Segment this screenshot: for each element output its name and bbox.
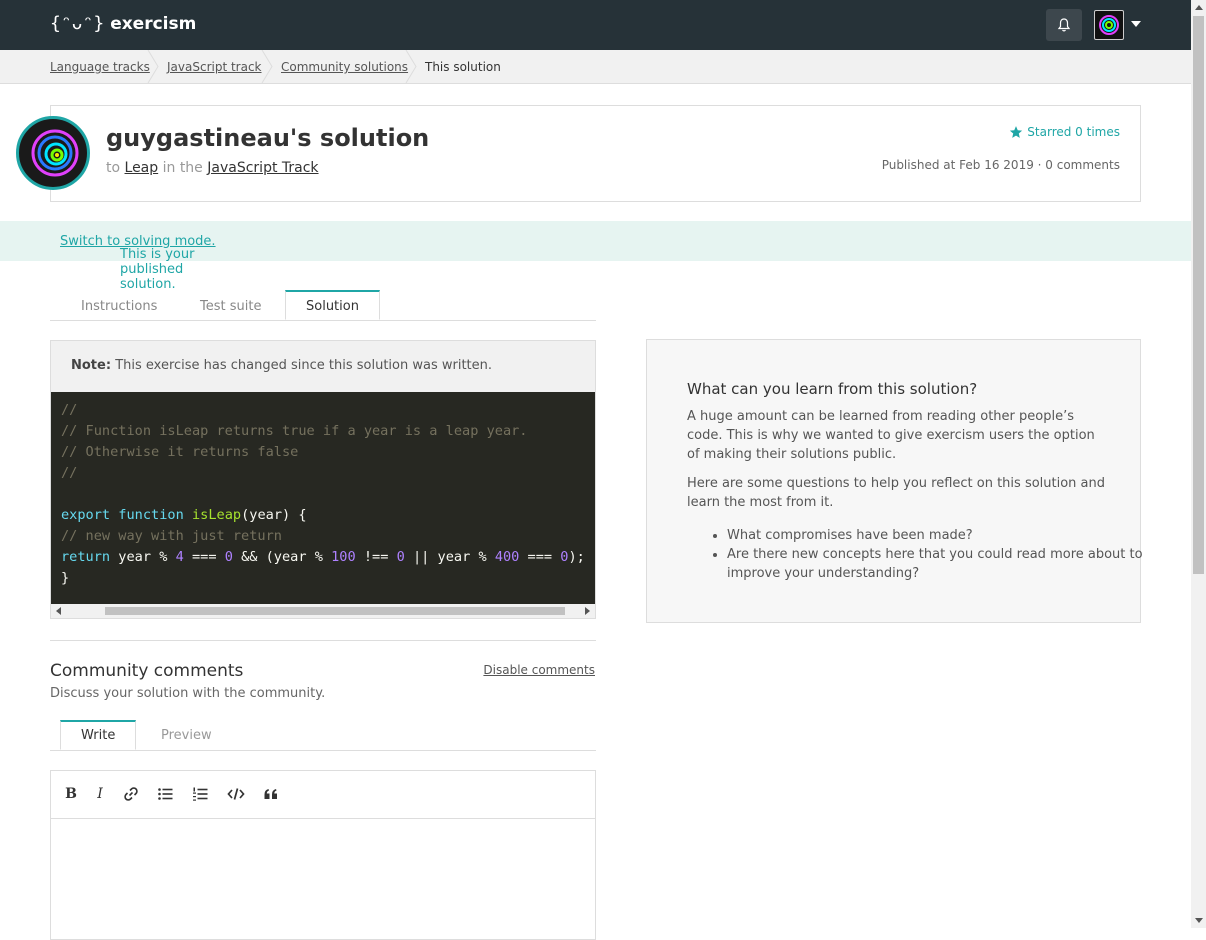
learn-paragraph-1: A huge amount can be learned from readin… xyxy=(687,409,1095,462)
numbered-list-button[interactable] xyxy=(188,783,212,805)
note-label: Note: xyxy=(71,358,112,373)
scrollbar-thumb[interactable] xyxy=(105,607,565,615)
caret-down-icon[interactable] xyxy=(1131,21,1141,27)
exercism-logo[interactable]: {ᵔᴗᵔ} exercism xyxy=(50,13,196,34)
note-text: This exercise has changed since this sol… xyxy=(115,358,493,373)
learn-title: What can you learn from this solution? xyxy=(687,380,978,398)
published-info: Published at Feb 16 2019 · 0 comments xyxy=(881,158,1120,172)
solution-tabs: Instructions Test suite Solution xyxy=(50,290,596,321)
notice-text-wrap: This is your published solution. Switch … xyxy=(60,234,216,292)
author-avatar xyxy=(16,116,90,190)
bullet-list-button[interactable] xyxy=(153,783,177,805)
code-change-note: Note: This exercise has changed since th… xyxy=(71,358,492,373)
learn-paragraph-2: Here are some questions to help you refl… xyxy=(687,476,1106,510)
avatar-image xyxy=(31,129,79,177)
community-comments-title: Community comments xyxy=(50,661,244,681)
brand-name: exercism xyxy=(110,13,197,34)
solution-subtitle: to Leap in the JavaScript Track xyxy=(106,160,319,176)
quote-icon xyxy=(264,789,277,799)
scroll-up-icon[interactable] xyxy=(1195,5,1203,10)
code-block[interactable]: // // Function isLeap returns true if a … xyxy=(51,392,595,604)
solution-title: guygastineau's solution xyxy=(106,124,430,152)
list-item: Are there new concepts here that you cou… xyxy=(727,545,1147,583)
community-comments-subtitle: Discuss your solution with the community… xyxy=(50,686,326,701)
solution-header-card xyxy=(50,105,1141,202)
section-divider xyxy=(50,640,596,641)
bell-icon xyxy=(1057,18,1071,32)
starred-count[interactable]: Starred 0 times xyxy=(1009,125,1120,139)
bullet-list-icon xyxy=(158,788,173,800)
editor-toolbar: B I xyxy=(51,771,595,819)
solution-code-panel: Note: This exercise has changed since th… xyxy=(50,340,596,619)
subtitle-in-the: in the xyxy=(162,160,203,176)
code-button[interactable] xyxy=(224,783,248,805)
quote-button[interactable] xyxy=(259,783,283,805)
exercise-link[interactable]: Leap xyxy=(125,160,159,176)
notice-text: This is your published solution. xyxy=(120,247,195,292)
tab-instructions[interactable]: Instructions xyxy=(81,299,157,314)
breadcrumb-separator-icon xyxy=(147,50,159,83)
link-icon xyxy=(124,787,138,801)
track-link[interactable]: JavaScript Track xyxy=(207,160,318,176)
scroll-down-icon[interactable] xyxy=(1195,918,1203,923)
breadcrumb: Language tracks JavaScript track Communi… xyxy=(0,50,1191,84)
star-icon xyxy=(1010,126,1023,138)
top-navbar: {ᵔᴗᵔ} exercism xyxy=(0,0,1191,50)
published-notice: This is your published solution. Switch … xyxy=(0,221,1191,292)
breadcrumb-separator-icon xyxy=(261,50,273,83)
code-icon xyxy=(227,788,245,800)
list-item: What compromises have been made? xyxy=(727,526,1147,545)
link-button[interactable] xyxy=(119,783,143,805)
avatar-image xyxy=(1099,15,1119,35)
scrollbar-thumb[interactable] xyxy=(1193,16,1204,574)
breadcrumb-community-solutions[interactable]: Community solutions xyxy=(281,60,408,74)
numbered-list-icon xyxy=(193,787,208,801)
scroll-right-icon[interactable] xyxy=(585,607,590,615)
breadcrumb-language-tracks[interactable]: Language tracks xyxy=(50,60,150,74)
bold-button[interactable]: B xyxy=(59,783,83,805)
page-vertical-scrollbar[interactable] xyxy=(1191,0,1206,928)
code-content: // // Function isLeap returns true if a … xyxy=(61,402,585,586)
comment-editor: B I xyxy=(50,770,596,940)
tab-test-suite[interactable]: Test suite xyxy=(200,299,261,314)
italic-button[interactable]: I xyxy=(88,783,112,805)
tab-solution[interactable]: Solution xyxy=(285,290,380,320)
subtitle-to: to xyxy=(106,160,121,176)
code-horizontal-scrollbar[interactable] xyxy=(51,604,595,618)
user-avatar-button[interactable] xyxy=(1094,10,1124,40)
learn-questions: What compromises have been made? Are the… xyxy=(687,526,1147,583)
tab-preview[interactable]: Preview xyxy=(161,728,212,743)
breadcrumb-separator-icon xyxy=(405,50,417,83)
comment-editor-tabs: Write Preview xyxy=(50,720,596,751)
tab-write[interactable]: Write xyxy=(60,720,137,750)
scroll-left-icon[interactable] xyxy=(56,607,61,615)
breadcrumb-javascript-track[interactable]: JavaScript track xyxy=(167,60,262,74)
notifications-button[interactable] xyxy=(1046,9,1082,41)
disable-comments-link[interactable]: Disable comments xyxy=(483,663,595,677)
starred-label: Starred 0 times xyxy=(1027,125,1120,139)
learn-from-solution-card: What can you learn from this solution? A… xyxy=(646,339,1143,623)
logo-glyph: {ᵔᴗᵔ} xyxy=(50,13,105,34)
breadcrumb-current: This solution xyxy=(425,60,501,74)
